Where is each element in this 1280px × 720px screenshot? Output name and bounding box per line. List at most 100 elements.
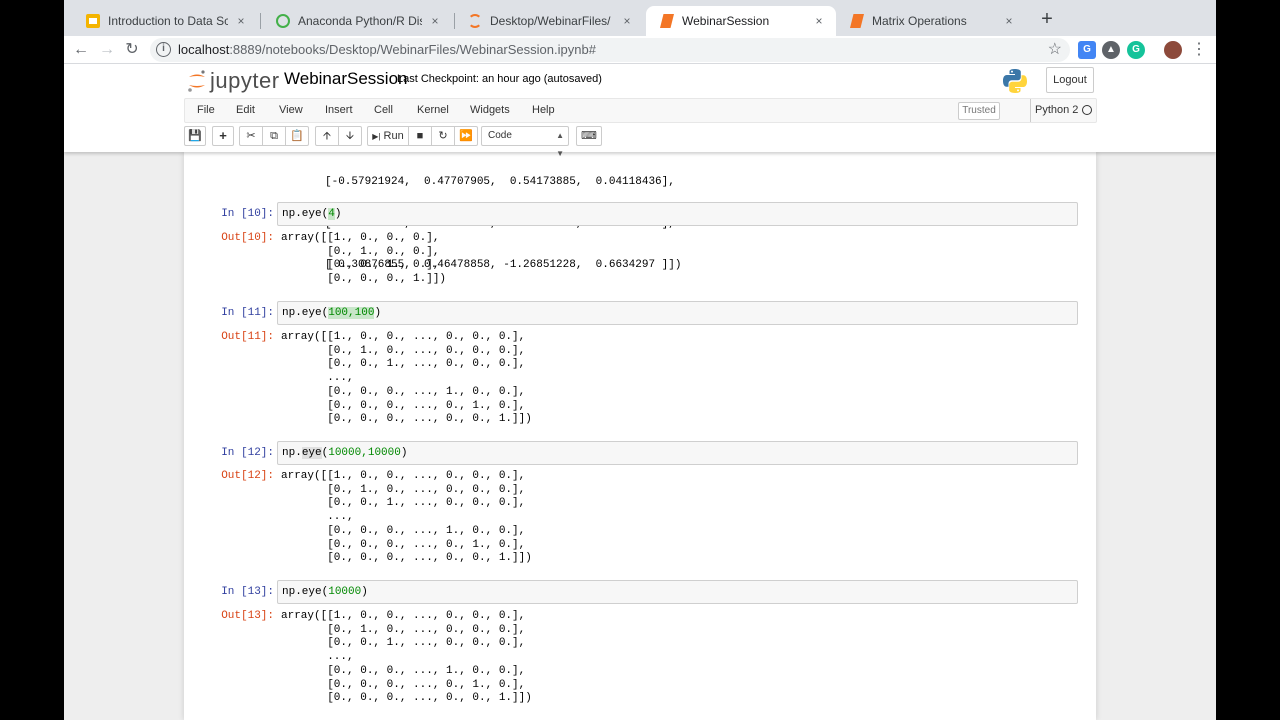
new-tab-button[interactable]: + xyxy=(1036,8,1058,30)
output-prompt: Out[12]: xyxy=(221,470,274,482)
profile-avatar[interactable] xyxy=(1164,41,1182,59)
jupyter-logo[interactable]: jupyter xyxy=(186,68,280,94)
code-number: 10000 xyxy=(328,586,362,598)
restart-run-all-button[interactable]: ⏩ xyxy=(454,126,478,146)
copy-button[interactable]: ⧉ xyxy=(262,126,286,146)
code-number: 10000,10000 xyxy=(328,447,401,459)
code-cell-input[interactable]: np.eye(10000,10000) xyxy=(277,441,1078,465)
menu-help[interactable]: Help xyxy=(532,104,555,116)
paste-icon: 📋 xyxy=(290,130,304,142)
grammarly-extension-icon[interactable]: G xyxy=(1127,41,1145,59)
move-down-button[interactable]: 🡫 xyxy=(338,126,362,146)
cell-output: array([[1., 0., 0., ..., 0., 0., 0.], [0… xyxy=(281,470,532,565)
code-text-selected: eye xyxy=(301,447,322,459)
back-arrow-icon[interactable]: ← xyxy=(70,39,92,61)
tab-strip: Introduction to Data Science - × Anacond… xyxy=(64,0,1216,36)
code-text: ) xyxy=(400,447,408,459)
plus-icon: + xyxy=(219,128,227,143)
close-icon[interactable]: × xyxy=(234,14,248,28)
tab-anaconda[interactable]: Anaconda Python/R Distributio × xyxy=(262,6,452,36)
output-prompt: Out[13]: xyxy=(221,610,274,622)
cut-button[interactable]: ✂ xyxy=(239,126,263,146)
code-text: np. xyxy=(282,447,302,459)
trusted-indicator[interactable]: Trusted xyxy=(958,102,1000,120)
checkpoint-status: Last Checkpoint: an hour ago (autosaved) xyxy=(397,73,602,85)
restart-button[interactable]: ↻ xyxy=(431,126,455,146)
tab-title: Anaconda Python/R Distributio xyxy=(298,14,422,28)
jupyter-notebook-icon xyxy=(850,14,864,28)
jupyter-logo-text: jupyter xyxy=(210,68,280,93)
step-forward-icon: ▶| xyxy=(372,132,381,141)
command-palette-button[interactable]: ⌨ xyxy=(576,126,602,146)
cell-type-select[interactable]: Code ▲ ▼ xyxy=(481,126,569,158)
paste-button[interactable]: 📋 xyxy=(285,126,309,146)
save-button[interactable]: 💾 xyxy=(184,126,206,146)
stop-icon: ■ xyxy=(416,130,424,142)
notebook-name[interactable]: WebinarSession xyxy=(284,69,407,89)
kernel-name: Python 2 xyxy=(1030,99,1078,122)
scissors-icon: ✂ xyxy=(246,130,256,142)
fast-forward-icon: ⏩ xyxy=(459,130,473,142)
copy-icon: ⧉ xyxy=(270,130,278,142)
tab-matrix-operations[interactable]: Matrix Operations × xyxy=(836,6,1026,36)
code-number: 100,100 xyxy=(328,307,375,319)
kernel-idle-icon xyxy=(1082,105,1092,115)
close-icon[interactable]: × xyxy=(1002,14,1016,28)
notebook-toolbar: 💾 + ✂ ⧉ 📋 🡩 🡫 ▶| Run ■ ↻ ⏩ Code ▲ ▼ ⌨ xyxy=(184,126,1097,158)
address-bar-row: ← → ↻ i localhost:8889/notebooks/Desktop… xyxy=(64,36,1216,64)
menu-insert[interactable]: Insert xyxy=(325,104,353,116)
keyboard-icon: ⌨ xyxy=(581,130,597,142)
url-field[interactable]: i localhost:8889/notebooks/Desktop/Webin… xyxy=(150,38,1070,62)
python-logo-icon xyxy=(1002,68,1028,94)
logout-button[interactable]: Logout xyxy=(1046,67,1094,93)
close-icon[interactable]: × xyxy=(812,14,826,28)
close-icon[interactable]: × xyxy=(428,14,442,28)
menu-cell[interactable]: Cell xyxy=(374,104,393,116)
drive-extension-icon[interactable]: ▲ xyxy=(1102,41,1120,59)
output-prompt: Out[10]: xyxy=(221,232,274,244)
menu-edit[interactable]: Edit xyxy=(236,104,255,116)
tab-title: Desktop/WebinarFiles/ xyxy=(490,14,611,28)
code-text: np.eye( xyxy=(282,586,329,598)
code-text: np.eye( xyxy=(282,307,329,319)
menu-widgets[interactable]: Widgets xyxy=(470,104,510,116)
anaconda-icon xyxy=(276,14,290,28)
menu-file[interactable]: File xyxy=(197,104,215,116)
input-prompt: In [11]: xyxy=(221,307,274,319)
menu-bar: File Edit View Insert Cell Kernel Widget… xyxy=(184,98,1097,123)
move-up-button[interactable]: 🡩 xyxy=(315,126,339,146)
menu-kernel[interactable]: Kernel xyxy=(417,104,449,116)
translate-extension-icon[interactable]: G xyxy=(1078,41,1096,59)
code-text: ) xyxy=(334,208,342,220)
insert-cell-button[interactable]: + xyxy=(212,126,234,146)
interrupt-button[interactable]: ■ xyxy=(408,126,432,146)
url-path: :8889/notebooks/Desktop/WebinarFiles/Web… xyxy=(229,42,596,57)
reload-icon[interactable]: ↻ xyxy=(121,39,143,61)
close-icon[interactable]: × xyxy=(620,14,634,28)
restart-icon: ↻ xyxy=(438,130,448,142)
menu-view[interactable]: View xyxy=(279,104,303,116)
input-prompt: In [12]: xyxy=(221,447,274,459)
cell-type-value: Code xyxy=(488,130,512,141)
input-prompt: In [10]: xyxy=(221,208,274,220)
output-prompt: Out[11]: xyxy=(221,331,274,343)
tab-title: Matrix Operations xyxy=(872,14,967,28)
tab-title: Introduction to Data Science - xyxy=(108,14,228,28)
forward-arrow-icon[interactable]: → xyxy=(96,39,118,61)
tab-webinarsession[interactable]: WebinarSession × xyxy=(646,6,836,36)
code-cell-input[interactable]: np.eye(10000) xyxy=(277,580,1078,604)
info-icon[interactable]: i xyxy=(156,42,171,57)
tab-desktop-webinarfiles[interactable]: Desktop/WebinarFiles/ × xyxy=(454,6,644,36)
jupyter-logo-icon xyxy=(186,68,208,94)
chrome-menu-icon[interactable]: ⋮ xyxy=(1188,39,1210,61)
save-icon: 💾 xyxy=(188,130,202,142)
tab-intro-data-science[interactable]: Introduction to Data Science - × xyxy=(72,6,258,36)
jupyter-header: jupyter WebinarSession Last Checkpoint: … xyxy=(64,64,1216,158)
notebook-container: [-0.57921924, 0.47707905, 0.54173885, 0.… xyxy=(184,152,1096,720)
code-cell-input[interactable]: np.eye(100,100) xyxy=(277,301,1078,325)
run-button[interactable]: ▶| Run xyxy=(367,126,409,146)
code-cell-input[interactable]: np.eye(4) xyxy=(277,202,1078,226)
bookmark-star-icon[interactable]: ☆ xyxy=(1048,39,1062,59)
url-text: localhost:8889/notebooks/Desktop/Webinar… xyxy=(178,42,596,57)
cell-output: array([[1., 0., 0., 0.], [0., 1., 0., 0.… xyxy=(281,232,447,286)
